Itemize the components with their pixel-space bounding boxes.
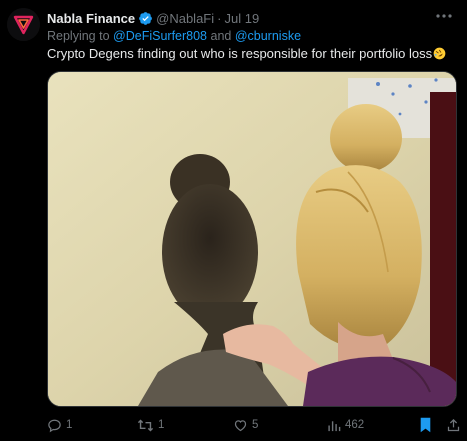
bookmark-button[interactable] [419,415,436,435]
author-name[interactable]: Nabla Finance [47,11,135,26]
replying-to-line: Replying to @DeFiSurfer808 and @cburnisk… [47,29,301,43]
tweet-card[interactable]: Nabla Finance @NablaFi · Jul 19 Replying… [0,0,467,441]
bookmark-icon [420,417,431,433]
tweet-body: Crypto Degens finding out who is respons… [47,46,433,61]
avatar[interactable] [7,8,40,41]
tweet-date[interactable]: Jul 19 [224,11,259,26]
verified-badge-icon [139,11,153,25]
retweet-count: 1 [158,419,165,431]
photo-shadow-hair [48,72,456,406]
reply-icon [48,419,61,432]
reply-prefix: Replying to [47,29,110,43]
more-horizontal-icon [436,14,452,18]
more-options-button[interactable] [435,8,453,28]
views-bar-icon [328,420,341,431]
like-button[interactable]: 5 [233,415,258,435]
mention-link-1[interactable]: @DeFiSurfer808 [113,29,207,43]
like-count: 5 [252,419,259,431]
rolling-laughing-emoji-icon [433,47,446,60]
tweet-actions: 1 1 5 462 [47,415,463,435]
author-handle[interactable]: @NablaFi [156,11,214,26]
reply-count: 1 [66,419,73,431]
retweet-icon [137,419,154,431]
share-button[interactable] [446,415,465,435]
tweet-text: Crypto Degens finding out who is respons… [47,46,446,61]
reply-and: and [210,29,232,43]
reply-button[interactable]: 1 [47,415,72,435]
views-count: 462 [345,419,365,431]
header-separator: · [217,10,222,26]
nabla-logo-icon [7,8,40,41]
share-icon [447,418,460,431]
views-button[interactable]: 462 [327,415,364,435]
mention-link-2[interactable]: @cburniske [235,29,301,43]
tweet-image[interactable] [47,71,457,407]
heart-icon [234,419,247,431]
retweet-button[interactable]: 1 [137,415,164,435]
tweet-header: Nabla Finance @NablaFi · Jul 19 [47,8,259,28]
